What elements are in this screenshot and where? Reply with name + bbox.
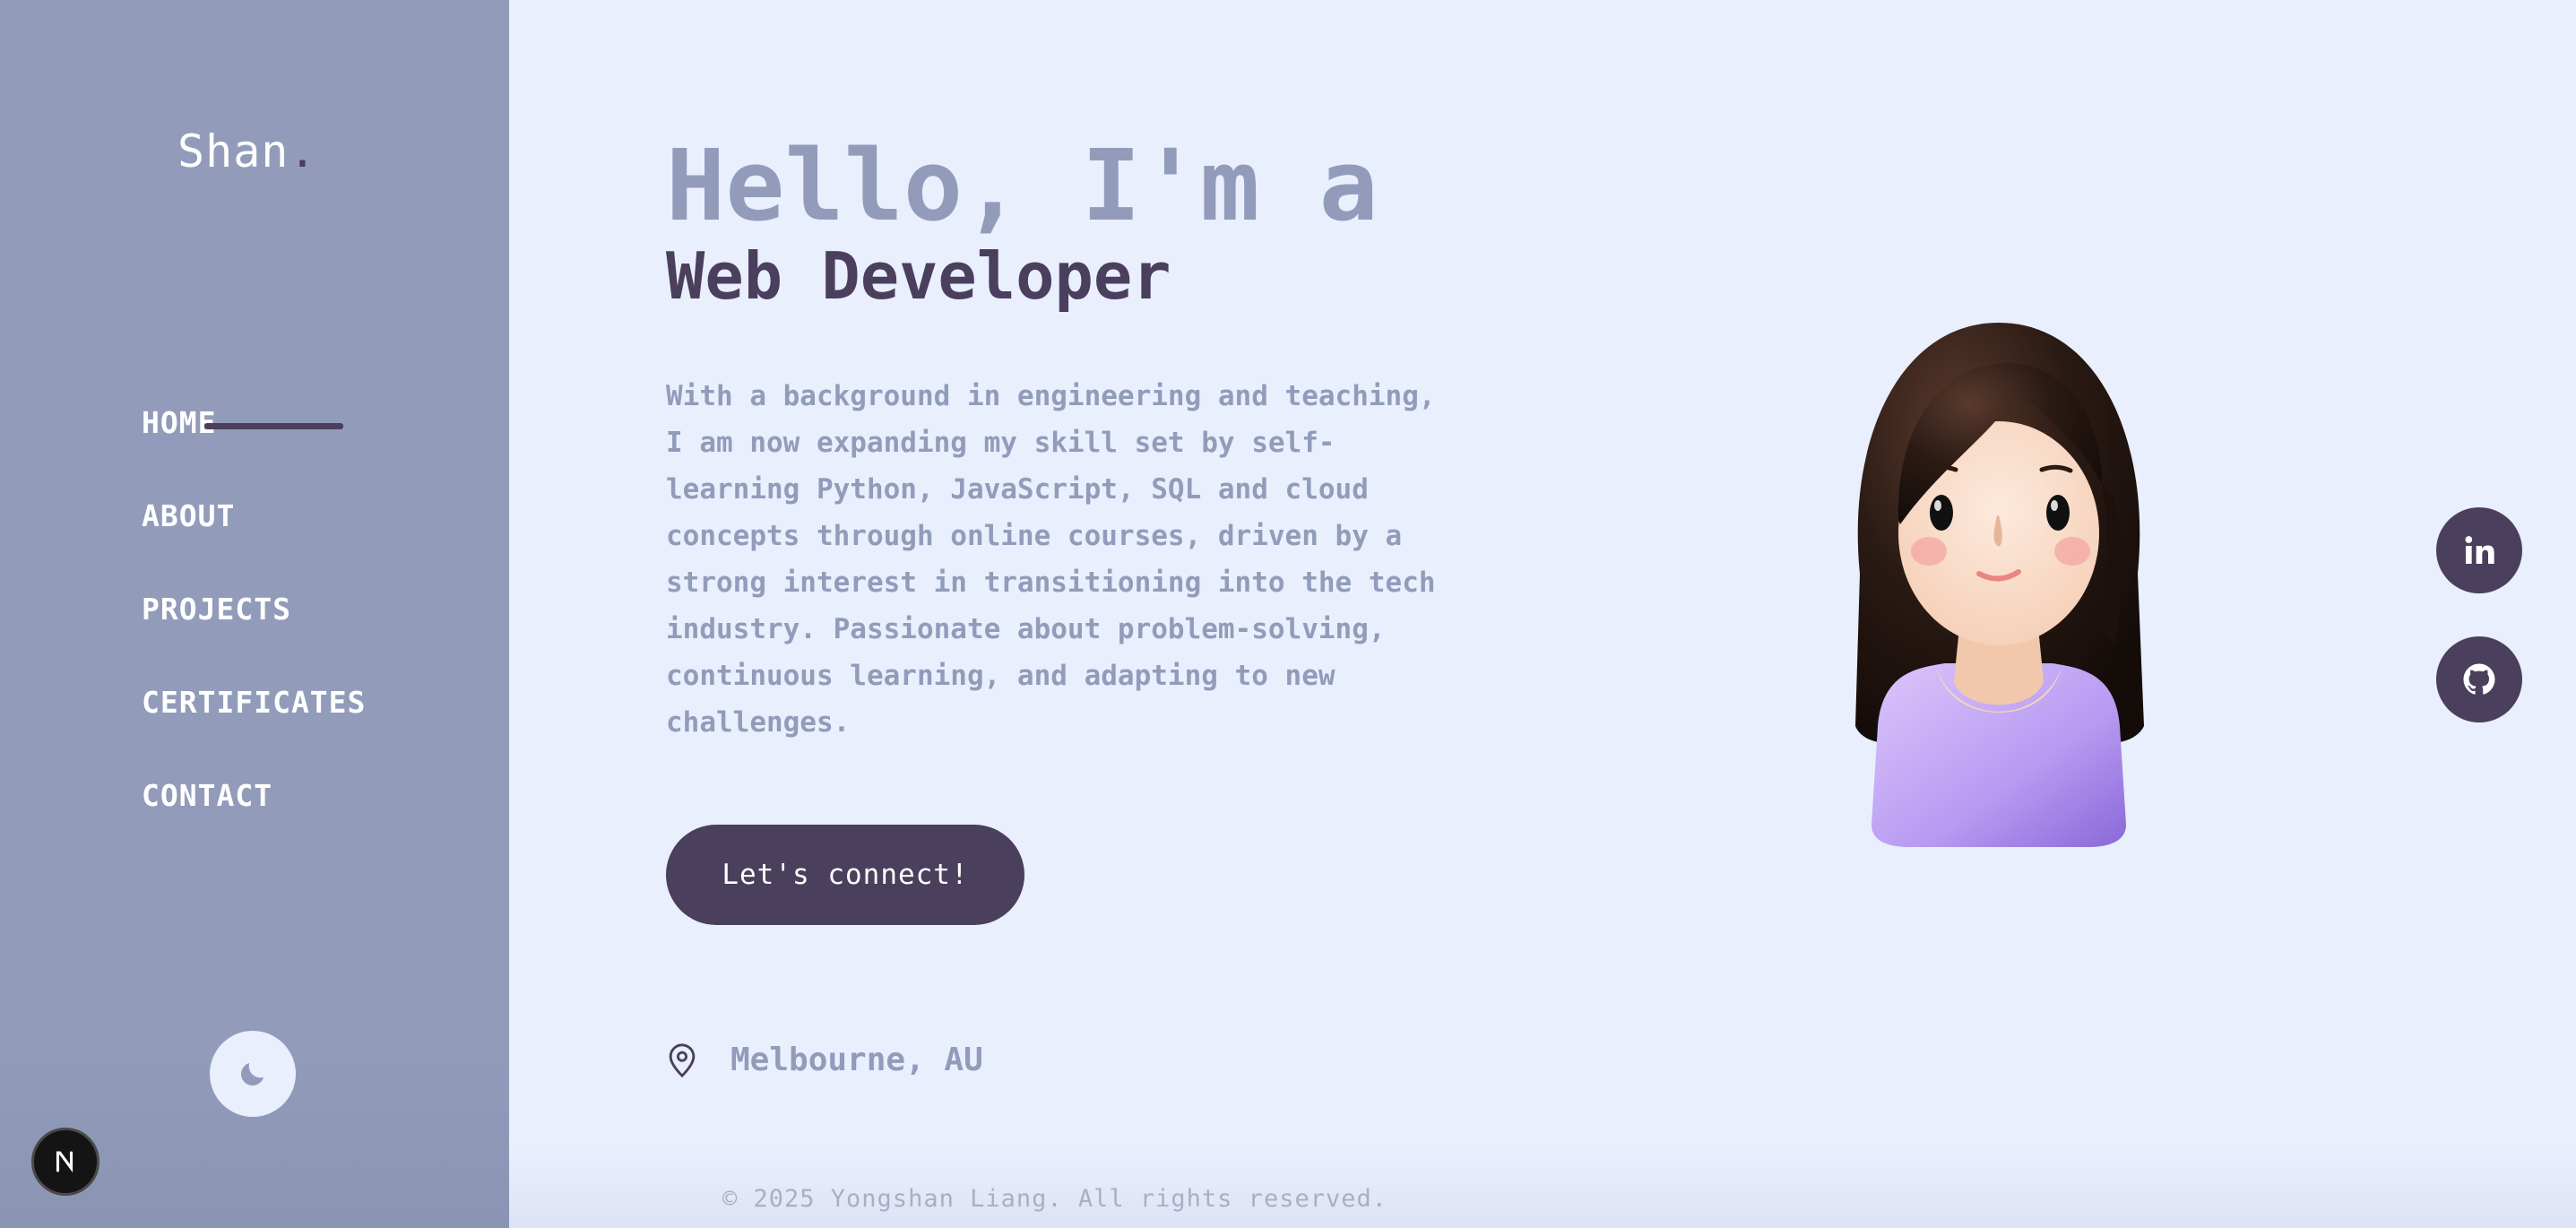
nav-label: ABOUT [142, 498, 236, 533]
main-nav: HOME ABOUT PROJECTS CERTIFICATES CONTACT [142, 405, 366, 871]
nextjs-badge[interactable] [31, 1128, 99, 1196]
hero-bio: With a background in engineering and tea… [666, 380, 1436, 739]
nav-label: CONTACT [142, 778, 273, 813]
footer-copyright: © 2025 Yongshan Liang. All rights reserv… [722, 1185, 1387, 1213]
cta-label: Let's connect! [722, 859, 969, 891]
linkedin-icon [2465, 536, 2494, 564]
avatar-illustration [1855, 323, 2144, 847]
linkedin-button[interactable] [2436, 507, 2522, 593]
nav-label: PROJECTS [142, 592, 291, 627]
location: Melbourne, AU [666, 1042, 983, 1078]
nav-item-projects[interactable]: PROJECTS [142, 592, 366, 685]
lets-connect-button[interactable]: Let's connect! [666, 825, 1024, 925]
location-text: Melbourne, AU [730, 1042, 983, 1078]
logo-dot: . [289, 125, 317, 177]
nav-item-certificates[interactable]: CERTIFICATES [142, 685, 366, 778]
github-button[interactable] [2436, 636, 2522, 722]
n-logo-icon [56, 1151, 73, 1173]
main-content: Hello, I'm a Web Developer With a backgr… [509, 0, 2576, 1228]
nav-item-contact[interactable]: CONTACT [142, 778, 366, 871]
sidebar: Shan. HOME ABOUT PROJECTS CERTIFICATES C… [0, 0, 509, 1228]
nav-item-about[interactable]: ABOUT [142, 498, 366, 592]
github-icon [2463, 663, 2495, 695]
moon-icon [240, 1063, 264, 1086]
logo-text: Shan [177, 125, 290, 177]
logo[interactable]: Shan. [177, 125, 317, 177]
active-indicator [204, 423, 343, 429]
hero-role: Web Developer [666, 238, 1171, 314]
hero-greeting: Hello, I'm a [666, 128, 1379, 243]
location-pin-icon [669, 1042, 696, 1077]
nav-label: CERTIFICATES [142, 685, 367, 720]
theme-toggle-button[interactable] [210, 1031, 296, 1117]
nav-item-home[interactable]: HOME [142, 405, 366, 498]
